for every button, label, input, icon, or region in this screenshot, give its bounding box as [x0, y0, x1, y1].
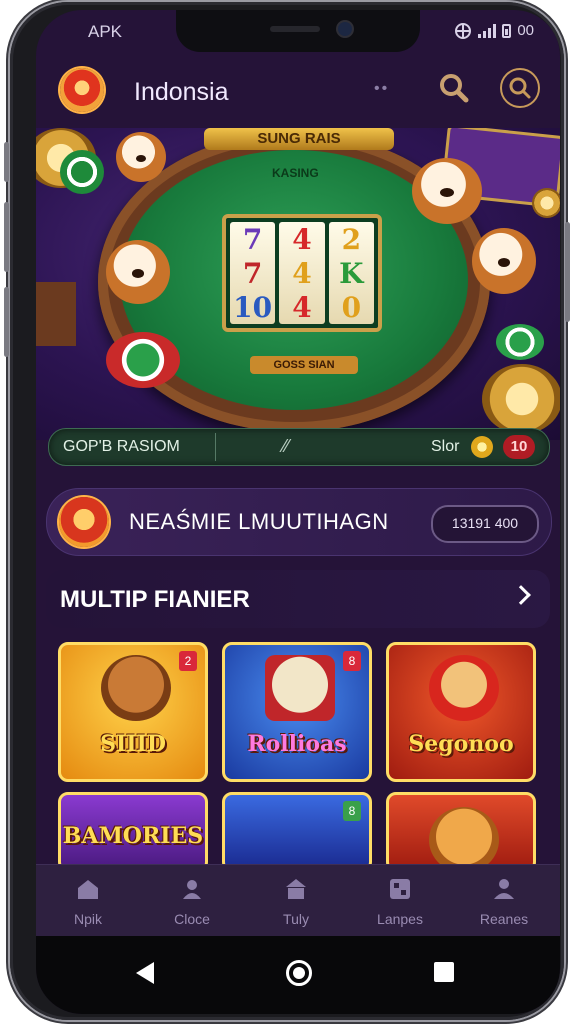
hero-banner[interactable]: SUNG RAIS KASING 7 7 10 4 4 4 2 K 0 GOSS… — [36, 128, 560, 440]
dog-mascot — [412, 158, 482, 224]
speaker — [270, 26, 320, 32]
mute-switch — [4, 142, 9, 182]
tab-label: Npik — [73, 911, 102, 927]
tab-tuly[interactable]: Tuly — [244, 865, 348, 937]
promo-title: NEAŚMIE LMUUTIHAGN — [129, 509, 389, 534]
count-badge: 10 — [503, 435, 535, 459]
front-camera — [338, 22, 352, 36]
status-text: 00 — [517, 22, 534, 39]
signal-icon — [478, 23, 497, 38]
tile-label: Rollioas — [247, 731, 347, 757]
mascot-avatar — [59, 497, 109, 547]
hero-info-bar[interactable]: GOP'B RASIOM ⁄⁄ Slor 10 — [48, 428, 550, 466]
bear-character — [101, 655, 171, 721]
home-button-icon[interactable] — [286, 960, 312, 986]
wifi-icon — [455, 22, 472, 39]
screen: APK 00 Indonsia •• SUNG RAIS KASING 7 7 … — [36, 10, 560, 1014]
poker-chip — [60, 150, 104, 194]
system-nav-bar — [36, 936, 560, 1014]
reel: 4 4 4 — [279, 222, 325, 324]
user-slash-icon — [183, 880, 201, 899]
search-button[interactable] — [434, 68, 474, 108]
poker-chip — [106, 332, 180, 388]
felt-label: KASING — [272, 166, 319, 180]
app-logo[interactable] — [60, 68, 104, 112]
tab-label: Cloce — [174, 911, 210, 927]
card-character — [265, 655, 335, 721]
tab-label: Reanes — [479, 911, 529, 927]
recents-icon[interactable] — [434, 962, 454, 982]
dog-mascot — [116, 132, 166, 182]
tab-home[interactable]: Npik — [36, 865, 140, 937]
reel: 2 K 0 — [328, 222, 374, 324]
grid-icon — [390, 879, 410, 899]
volume-up-button — [4, 202, 9, 272]
app-bar: Indonsia •• — [36, 62, 560, 126]
status-icons: 00 — [454, 22, 534, 39]
felt-bottom-label: GOSS SIAN — [250, 356, 358, 374]
dog-mascot — [472, 228, 536, 294]
gold-coin-icon — [471, 436, 493, 458]
battery-icon — [502, 23, 512, 38]
tab-reanes[interactable]: Reanes — [452, 865, 556, 937]
tile-label: Segonoo — [408, 731, 514, 757]
tile-tag: 2 — [179, 651, 197, 671]
back-icon[interactable] — [136, 962, 154, 984]
hero-bar-right: Slor — [431, 438, 460, 455]
tile-label: BAMORIES — [62, 823, 204, 849]
section-title: MULTIP FIANIER — [60, 586, 250, 613]
notch — [176, 10, 420, 52]
hero-top-banner: SUNG RAIS — [204, 128, 394, 150]
tab-label: Lanpes — [377, 911, 423, 927]
power-button — [565, 222, 570, 322]
tile-tag: 8 — [343, 651, 361, 671]
more-dots-icon: •• — [374, 80, 390, 97]
home-icon — [78, 880, 98, 899]
game-tile[interactable]: 8 Rollioas — [222, 642, 372, 782]
phone-frame: APK 00 Indonsia •• SUNG RAIS KASING 7 7 … — [4, 2, 570, 1020]
dog-mascot — [106, 240, 170, 304]
hero-bar-left: GOP'B RASIOM — [63, 438, 180, 455]
tile-label: SIIID — [100, 731, 166, 757]
volume-down-button — [4, 287, 9, 357]
coin-pile — [482, 364, 560, 434]
status-carrier: APK — [88, 22, 123, 41]
coin — [532, 188, 560, 218]
app-title: Indonsia — [134, 78, 229, 106]
store-icon — [286, 879, 306, 899]
reel: 7 7 10 — [230, 222, 276, 324]
tab-lanpes[interactable]: Lanpes — [348, 865, 452, 937]
section-header[interactable]: MULTIP FIANIER — [46, 570, 550, 628]
search-icon — [440, 74, 469, 103]
game-tile[interactable]: BAMORIES — [58, 792, 208, 872]
poker-chip — [496, 324, 544, 360]
bottom-tab-bar: Npik Cloce Tuly Lanpes Reanes — [36, 864, 560, 937]
hero-bar-mid: ⁄⁄ — [283, 436, 290, 456]
magnifier-circle-icon — [509, 77, 531, 99]
profile-search-button[interactable] — [500, 68, 540, 108]
game-tile[interactable]: 8 — [222, 792, 372, 872]
game-tile[interactable]: Segonoo — [386, 642, 536, 782]
game-tile[interactable] — [386, 792, 536, 872]
game-grid: 2 SIIID 8 Rollioas Segonoo BAMORIES 8 — [58, 642, 538, 872]
tab-label: Tuly — [283, 911, 309, 927]
tile-tag: 8 — [343, 801, 361, 821]
chevron-right-icon[interactable] — [511, 585, 531, 605]
bear-character — [429, 807, 499, 869]
promo-value-pill[interactable]: 13191 400 — [431, 505, 539, 543]
divider — [215, 433, 216, 461]
promo-card[interactable]: NEAŚMIE LMUUTIHAGN 13191 400 — [46, 488, 552, 556]
slot-reels: 7 7 10 4 4 4 2 K 0 — [222, 214, 382, 332]
bench — [36, 282, 76, 346]
game-tile[interactable]: 2 SIIID — [58, 642, 208, 782]
mascot-character — [429, 655, 499, 721]
person-icon — [494, 879, 514, 899]
tab-cloce[interactable]: Cloce — [140, 865, 244, 937]
